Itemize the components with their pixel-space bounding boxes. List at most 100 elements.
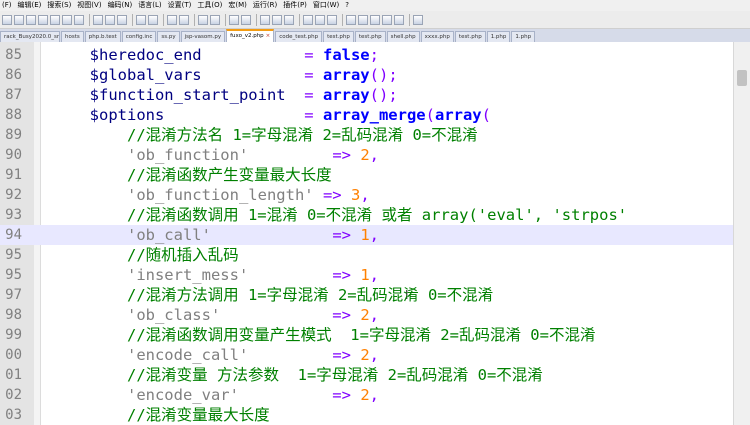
menu-item[interactable]: 宏(M) xyxy=(226,0,251,11)
code-line[interactable]: 86 $global_vars = array(); xyxy=(0,65,733,85)
tab-active[interactable]: fuxo_v2.php × xyxy=(226,29,275,42)
code-line[interactable]: 97 //混淆方法调用 1=字母混淆 2=乱码混淆 0=不混淆 xyxy=(0,285,733,305)
tab[interactable]: test.php xyxy=(454,31,486,42)
print-icon[interactable] xyxy=(74,14,84,25)
menu-item[interactable]: 插件(P) xyxy=(281,0,311,11)
code-token: => xyxy=(332,266,351,284)
menu-item[interactable]: 设置(T) xyxy=(166,0,196,11)
code-editor[interactable]: I 85 $heredoc_end = false; 86 $global_var… xyxy=(0,42,733,425)
cut-icon[interactable] xyxy=(93,14,103,25)
menu-item[interactable]: 视图(V) xyxy=(75,0,105,11)
zoom-in-icon[interactable] xyxy=(198,14,208,25)
open-icon[interactable] xyxy=(14,14,24,25)
tab[interactable]: 1.php xyxy=(486,31,511,42)
code-text: //混淆变量 方法参数 1=字母混淆 2=乱码混淆 0=不混淆 xyxy=(15,365,543,385)
code-line[interactable]: 01 //混淆变量 方法参数 1=字母混淆 2=乱码混淆 0=不混淆 xyxy=(0,365,733,385)
code-line[interactable]: 00 'encode_call' => 2, xyxy=(0,345,733,365)
code-line[interactable]: 95 'insert_mess' => 1, xyxy=(0,265,733,285)
menu-item[interactable]: 语言(L) xyxy=(136,0,165,11)
tab[interactable]: hosts xyxy=(61,31,84,42)
code-line[interactable]: 93 //混淆函数调用 1=混淆 0=不混淆 或者 array('eval', … xyxy=(0,205,733,225)
tab[interactable]: shell.php xyxy=(386,31,420,42)
menu-item[interactable]: 编辑(E) xyxy=(16,0,46,11)
code-line[interactable]: 90 'ob_function' => 2, xyxy=(0,145,733,165)
vertical-scrollbar[interactable] xyxy=(733,42,750,425)
replace-icon[interactable] xyxy=(179,14,189,25)
tab[interactable]: test.php xyxy=(323,31,354,42)
toolbar-separator xyxy=(342,13,343,26)
code-token: => xyxy=(322,186,342,204)
doc-map-icon[interactable] xyxy=(303,14,313,25)
save-icon[interactable] xyxy=(26,14,36,25)
code-line[interactable]: 92 'ob_function_length' => 3, xyxy=(0,185,733,205)
folder-icon[interactable] xyxy=(327,14,337,25)
code-line[interactable]: 03 //混淆变量最大长度 xyxy=(0,405,733,425)
tab-label: xxxx.php xyxy=(424,34,450,40)
tab[interactable]: 1.php xyxy=(511,31,536,42)
tab[interactable]: xxxx.php xyxy=(420,31,454,42)
zoom-out-icon[interactable] xyxy=(210,14,220,25)
code-text: //混淆函数产生变量最大长度 xyxy=(15,165,332,185)
code-line[interactable]: 87 $function_start_point = array(); xyxy=(0,85,733,105)
code-line[interactable]: 95 //随机插入乱码 xyxy=(0,245,733,265)
code-token: 'insert_mess' xyxy=(126,266,249,284)
code-line[interactable]: 91 //混淆函数产生变量最大长度 xyxy=(0,165,733,185)
tab[interactable]: php.b.test xyxy=(84,31,121,42)
tab[interactable]: code_test.php xyxy=(275,31,323,42)
code-line[interactable]: 98 'ob_class' => 2, xyxy=(0,305,733,325)
tab[interactable]: config.inc xyxy=(121,31,157,42)
function-list-icon[interactable] xyxy=(315,14,325,25)
code-line[interactable]: 99 //混淆函数调用变量产生模式 1=字母混淆 2=乱码混淆 0=不混淆 xyxy=(0,325,733,345)
tab[interactable]: jsp-vasom.py xyxy=(180,31,226,42)
redo-icon[interactable] xyxy=(148,14,158,25)
menu-item[interactable]: 运行(R) xyxy=(251,0,281,11)
scrollbar-thumb[interactable] xyxy=(737,70,747,86)
tab[interactable]: ss.py xyxy=(157,31,180,42)
stop-icon[interactable] xyxy=(358,14,368,25)
current-code-line[interactable]: 94 'ob_call' => 1, xyxy=(0,225,733,245)
code-line[interactable]: 89 //混淆方法名 1=字母混淆 2=乱码混淆 0=不混淆 xyxy=(0,125,733,145)
play-icon[interactable] xyxy=(370,14,380,25)
indent-guide-icon[interactable] xyxy=(284,14,294,25)
code-token: //混淆方法名 1=字母混淆 2=乱码混淆 0=不混淆 xyxy=(126,126,478,144)
copy-icon[interactable] xyxy=(105,14,115,25)
code-text: 'ob_function' => 2, xyxy=(15,145,379,165)
record-icon[interactable] xyxy=(346,14,356,25)
code-token: 'encode_call' xyxy=(126,346,249,364)
wrap-icon[interactable] xyxy=(260,14,270,25)
tab[interactable]: rack_Busy2020.0_sn.vbs xyxy=(0,31,60,42)
save-all-icon[interactable] xyxy=(38,14,48,25)
menu-item[interactable]: 窗口(W) xyxy=(311,0,343,11)
code-token: => xyxy=(332,226,351,244)
sync-v-icon[interactable] xyxy=(229,14,239,25)
tab-label: rack_Busy2020.0_sn.vbs xyxy=(4,34,60,40)
menu-item[interactable]: ? xyxy=(343,0,353,11)
close-icon[interactable]: × xyxy=(266,33,271,39)
close-icon[interactable] xyxy=(50,14,60,25)
code-text: //混淆函数调用 1=混淆 0=不混淆 或者 array('eval', 'st… xyxy=(15,205,627,225)
menu-item[interactable]: 编码(N) xyxy=(106,0,137,11)
sync-h-icon[interactable] xyxy=(241,14,251,25)
play-multi-icon[interactable] xyxy=(382,14,392,25)
menu-item[interactable]: (F) xyxy=(0,0,16,11)
code-line[interactable]: 88 $options = array_merge(array( xyxy=(0,105,733,125)
paste-icon[interactable] xyxy=(117,14,127,25)
save-macro-icon[interactable] xyxy=(394,14,404,25)
tab[interactable]: test.php xyxy=(354,31,386,42)
menu-item[interactable]: 搜索(S) xyxy=(45,0,75,11)
undo-icon[interactable] xyxy=(136,14,146,25)
menu-item[interactable]: 工具(O) xyxy=(195,0,226,11)
all-chars-icon[interactable] xyxy=(272,14,282,25)
new-icon[interactable] xyxy=(2,14,12,25)
code-token: 2 xyxy=(360,386,370,404)
monitor-icon[interactable] xyxy=(413,14,423,25)
code-token: 'ob_class' xyxy=(126,306,221,324)
find-icon[interactable] xyxy=(167,14,177,25)
close-all-icon[interactable] xyxy=(62,14,72,25)
code-line[interactable]: 02 'encode_var' => 2, xyxy=(0,385,733,405)
code-line[interactable]: 85 $heredoc_end = false; xyxy=(0,45,733,65)
